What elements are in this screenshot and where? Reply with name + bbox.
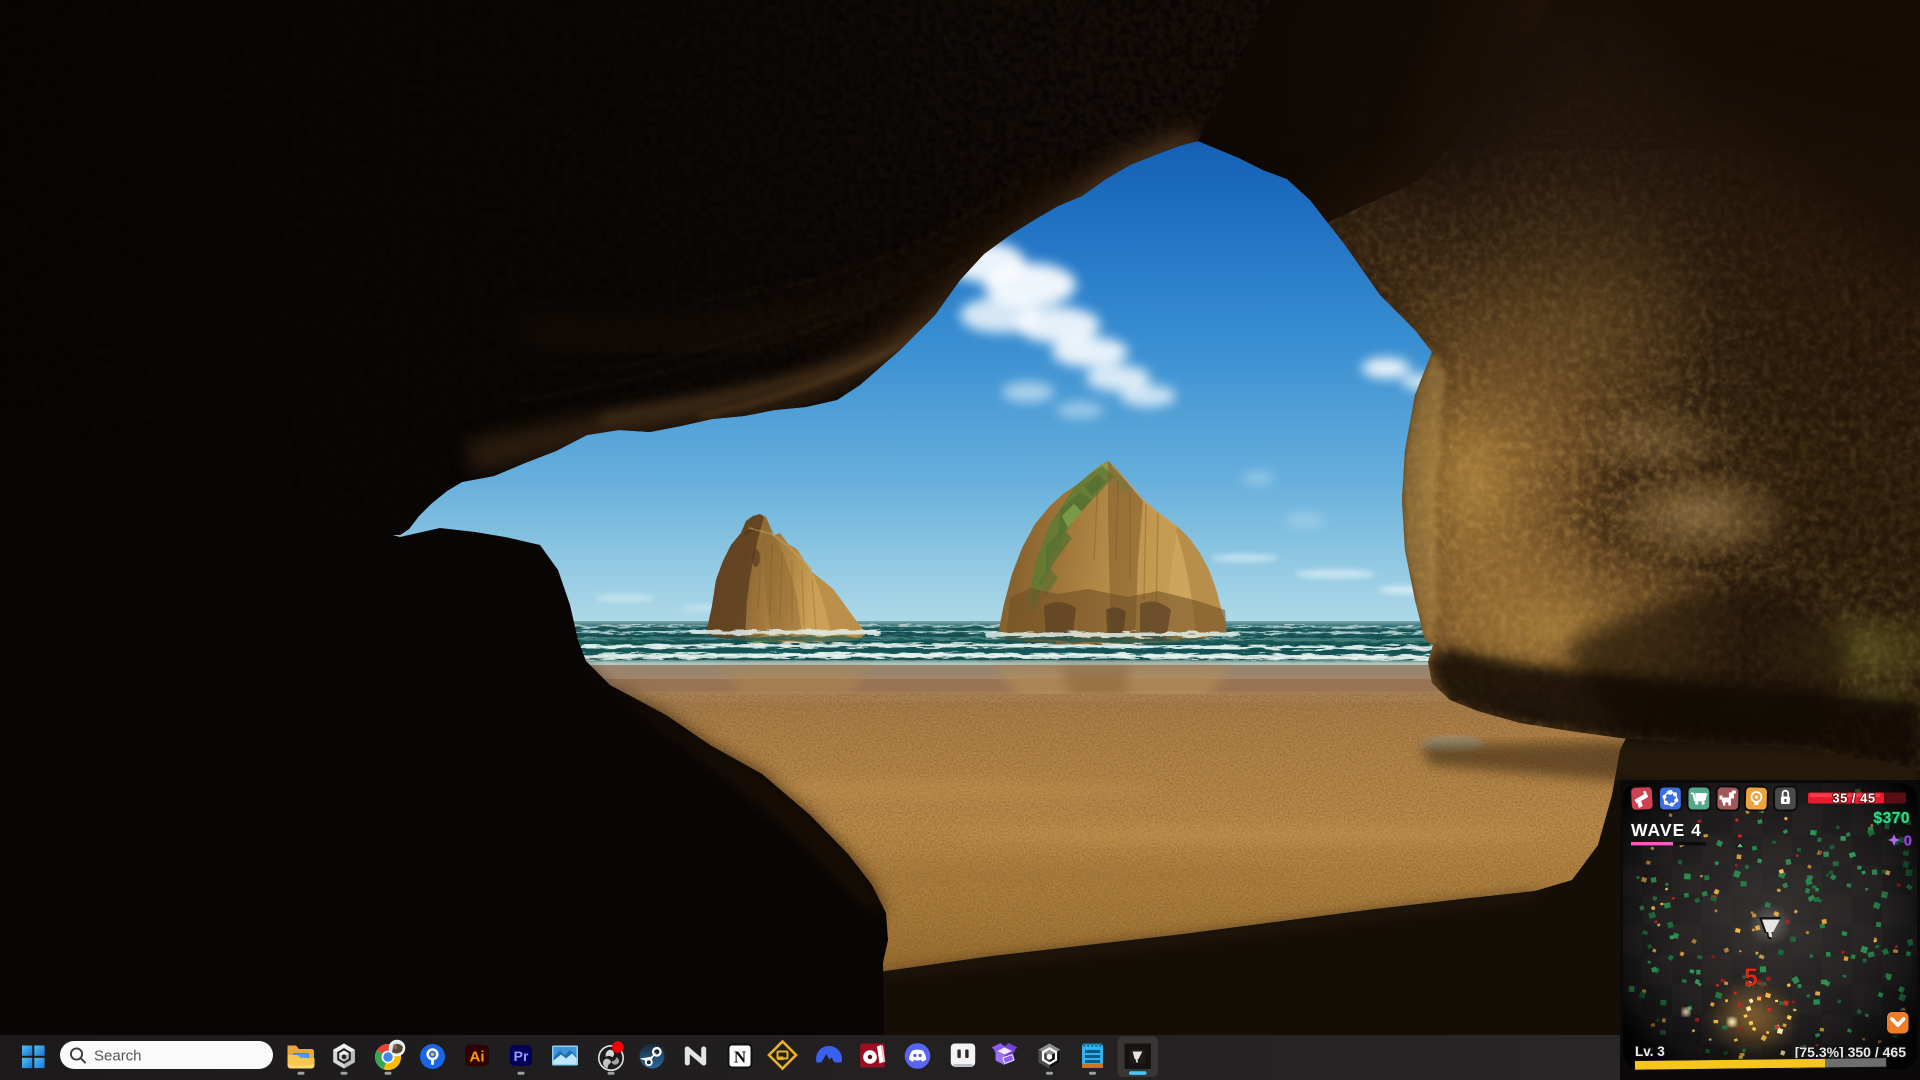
svg-text:35 / 45: 35 / 45 [1832, 791, 1875, 806]
svg-text:Pr: Pr [514, 1048, 529, 1064]
svg-text:WAVE 4: WAVE 4 [1631, 820, 1702, 840]
svg-text:$370: $370 [1874, 810, 1910, 827]
svg-text:0: 0 [1904, 833, 1912, 850]
svg-text:Ai: Ai [470, 1048, 485, 1065]
svg-text:5: 5 [1744, 964, 1758, 992]
svg-text:N: N [734, 1048, 747, 1067]
svg-text:Search: Search [94, 1048, 142, 1065]
svg-text:Lv. 3: Lv. 3 [1635, 1044, 1665, 1059]
